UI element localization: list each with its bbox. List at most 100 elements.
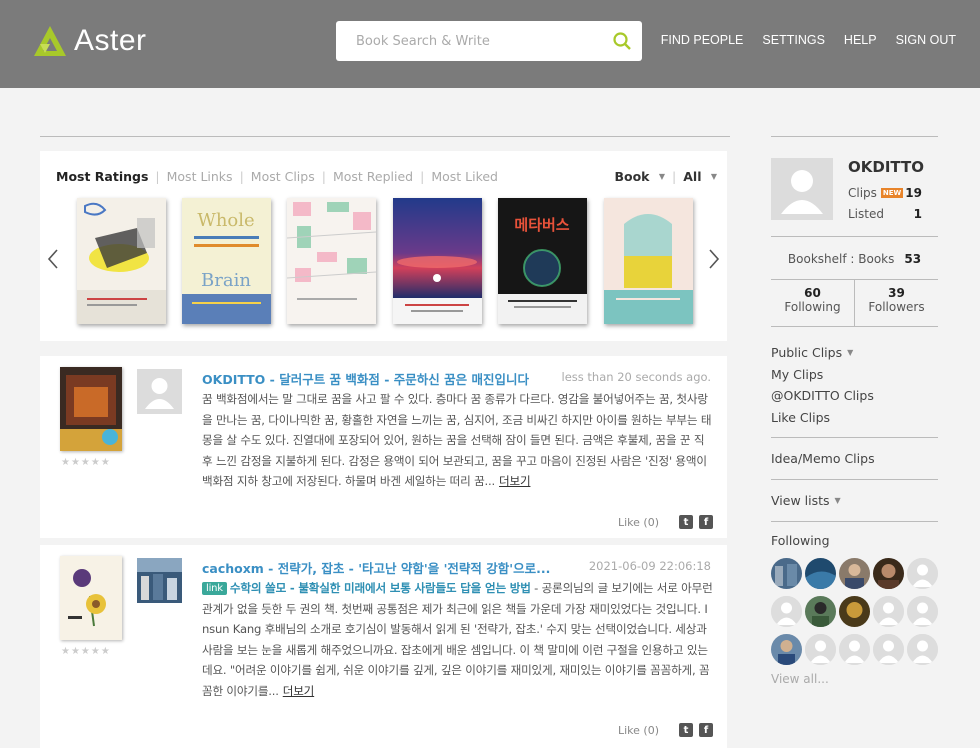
following-avatar[interactable] [839, 596, 870, 627]
filter-scope-label: All [683, 169, 702, 184]
tab-most-ratings[interactable]: Most Ratings [56, 169, 148, 184]
following-avatar[interactable] [839, 634, 870, 665]
avatar[interactable] [137, 558, 182, 603]
clips-count: 19 [905, 186, 922, 200]
filter-type-label: Book [614, 169, 650, 184]
filter-scope-dropdown[interactable]: All ▼ [683, 169, 717, 184]
facebook-icon[interactable]: f [699, 723, 713, 737]
like-button[interactable]: Like (0) [618, 516, 659, 529]
chevron-left-icon[interactable] [46, 248, 60, 270]
following-avatar[interactable] [771, 596, 802, 627]
menu-like-clips[interactable]: Like Clips [771, 407, 874, 429]
menu-public-clips[interactable]: Public Clips ▼ [771, 342, 874, 364]
chevron-down-icon: ▼ [710, 172, 717, 181]
read-more-link[interactable]: 더보기 [283, 684, 315, 698]
following-avatar[interactable] [873, 634, 904, 665]
following-count-cell[interactable]: 60 Following [771, 280, 854, 326]
user-placeholder-icon [839, 634, 870, 665]
menu-my-clips[interactable]: My Clips [771, 364, 874, 386]
nav-help[interactable]: HELP [844, 33, 877, 47]
twitter-icon[interactable]: t [679, 515, 693, 529]
book-cover[interactable] [604, 198, 693, 324]
following-avatar[interactable] [907, 596, 938, 627]
post-title[interactable]: OKDITTO - 달러구트 꿈 백화점 - 주문하신 꿈은 매진입니다 [202, 369, 582, 388]
following-avatar[interactable] [771, 558, 802, 589]
book-cover[interactable]: Whole Brain [182, 198, 271, 324]
post-body: 꿈 백화점에서는 말 그대로 꿈을 사고 팔 수 있다. 층마다 꿈 종류가 다… [202, 389, 714, 492]
facebook-icon[interactable]: f [699, 515, 713, 529]
avatar[interactable] [137, 369, 182, 414]
menu-idea-memo-clips[interactable]: Idea/Memo Clips [771, 448, 875, 470]
post-footer: Like (0) t f [618, 515, 713, 529]
svg-text:Brain: Brain [201, 270, 251, 291]
tab-most-liked[interactable]: Most Liked [431, 169, 498, 184]
bookshelf-link[interactable]: Bookshelf : Books 53 [771, 252, 938, 266]
post-body-text: 꿈 백화점에서는 말 그대로 꿈을 사고 팔 수 있다. 층마다 꿈 종류가 다… [202, 392, 712, 488]
following-avatar[interactable] [805, 634, 836, 665]
post-card: ★★★★★ cachoxm - 전략가, 잡초 - '타고난 약함'을 '전략적… [40, 545, 727, 748]
bookshelf-count: 53 [904, 252, 922, 266]
following-avatar[interactable] [907, 634, 938, 665]
user-placeholder-icon [873, 634, 904, 665]
divider [771, 521, 938, 522]
book-cover-art [393, 198, 482, 324]
book-cover-art: Whole Brain [182, 198, 271, 324]
profile-clips-row[interactable]: Clips NEW 19 [848, 186, 938, 200]
logo-text: Aster [74, 24, 147, 57]
book-cover-art [287, 198, 376, 324]
profile-avatar[interactable] [771, 158, 833, 220]
svg-text:메타버스: 메타버스 [514, 216, 569, 234]
divider [771, 236, 938, 237]
post-book-cover[interactable] [60, 556, 122, 640]
like-button[interactable]: Like (0) [618, 724, 659, 737]
chevron-right-icon[interactable] [707, 248, 721, 270]
following-avatar[interactable] [805, 596, 836, 627]
user-placeholder-icon [805, 634, 836, 665]
post-timestamp: less than 20 seconds ago. [561, 370, 711, 384]
search-icon[interactable] [612, 31, 632, 51]
view-all-following-link[interactable]: View all... [771, 672, 829, 686]
followers-count-cell[interactable]: 39 Followers [854, 280, 938, 326]
user-placeholder-icon [771, 596, 802, 627]
nav-settings[interactable]: SETTINGS [762, 33, 825, 47]
book-cover-art [77, 198, 166, 324]
chevron-down-icon: ▼ [847, 348, 854, 357]
following-avatar[interactable] [873, 558, 904, 589]
twitter-icon[interactable]: t [679, 723, 693, 737]
filter-separator: | [672, 169, 677, 184]
book-cover[interactable] [77, 198, 166, 324]
following-avatar[interactable] [839, 558, 870, 589]
logo[interactable]: Aster [32, 24, 147, 58]
following-avatar[interactable] [873, 596, 904, 627]
user-photo [771, 558, 802, 589]
post-book-cover[interactable] [60, 367, 122, 451]
menu-view-lists[interactable]: View lists ▼ [771, 490, 841, 512]
search-input[interactable] [356, 21, 606, 61]
read-more-link[interactable]: 더보기 [499, 474, 531, 488]
tab-most-replied[interactable]: Most Replied [333, 169, 413, 184]
tab-most-clips[interactable]: Most Clips [251, 169, 315, 184]
filter-type-dropdown[interactable]: Book ▼ [614, 169, 665, 184]
tab-most-links[interactable]: Most Links [167, 169, 233, 184]
following-avatar[interactable] [907, 558, 938, 589]
clips-label: Clips [848, 186, 877, 200]
clips-menu: Public Clips ▼ My Clips @OKDITTO Clips Li… [771, 342, 874, 428]
user-placeholder-icon [907, 596, 938, 627]
book-cover[interactable]: 메타버스 [498, 198, 587, 324]
linked-post-title[interactable]: 수학의 쓸모 - 불확실한 미래에서 보통 사람들도 답을 얻는 방법 [230, 581, 531, 595]
post-title[interactable]: cachoxm - 전략가, 잡초 - '타고난 약함'을 '전략적 강함'으로… [202, 558, 582, 577]
following-avatar[interactable] [805, 558, 836, 589]
menu-okditto-clips[interactable]: @OKDITTO Clips [771, 385, 874, 407]
following-avatar[interactable] [771, 634, 802, 665]
user-photo [771, 634, 802, 665]
divider [771, 136, 938, 137]
book-cover[interactable] [287, 198, 376, 324]
profile-listed-row[interactable]: Listed 1 [848, 207, 938, 221]
rating-stars: ★★★★★ [61, 646, 111, 657]
nav-sign-out[interactable]: SIGN OUT [896, 33, 956, 47]
svg-text:Whole: Whole [197, 210, 254, 231]
nav-find-people[interactable]: FIND PEOPLE [661, 33, 744, 47]
book-cover[interactable] [393, 198, 482, 324]
profile-name[interactable]: OKDITTO [848, 158, 924, 176]
divider [771, 437, 938, 438]
